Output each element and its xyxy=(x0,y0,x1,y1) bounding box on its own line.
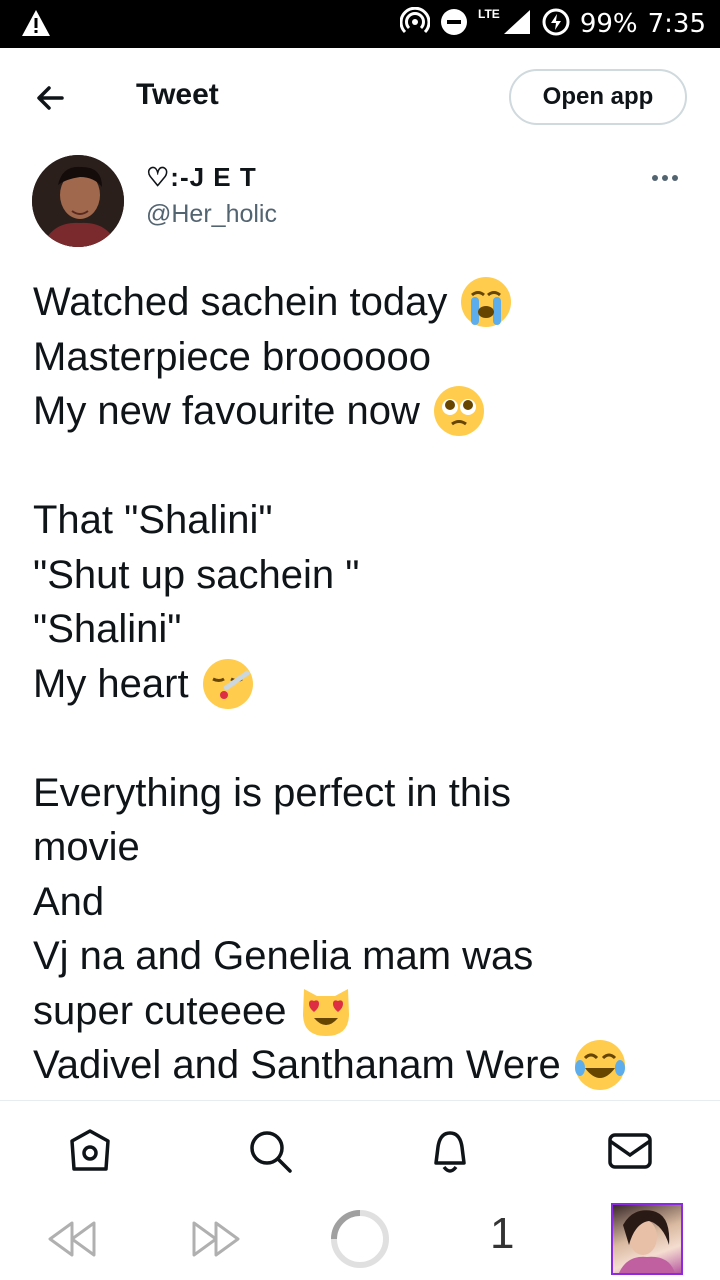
notifications-icon[interactable] xyxy=(426,1127,474,1175)
more-options-icon[interactable] xyxy=(652,166,688,190)
tweet-line: Watched sachein today xyxy=(33,275,693,330)
home-icon[interactable] xyxy=(66,1127,114,1175)
loudly-crying-face-icon xyxy=(459,275,513,329)
bottom-nav xyxy=(0,1100,720,1201)
tweet-line: "Shut up sachein " xyxy=(33,552,360,597)
pleading-eyes-face-icon xyxy=(432,384,486,438)
forward-icon[interactable] xyxy=(190,1217,242,1261)
tab-thumbnail[interactable] xyxy=(611,1203,683,1275)
browser-toolbar: 1 xyxy=(0,1195,720,1280)
back-arrow-icon[interactable] xyxy=(32,78,72,118)
status-bar: LTE 99% 7:35 xyxy=(0,0,720,48)
tears-of-joy-face-icon xyxy=(573,1038,627,1092)
dnd-icon xyxy=(440,8,468,41)
avatar[interactable] xyxy=(32,155,124,247)
open-app-button[interactable]: Open app xyxy=(509,69,687,125)
hotspot-icon xyxy=(399,6,431,42)
tweet-line: Masterpiece broooooo xyxy=(33,334,432,379)
tweet-line: Vadivel and Santhanam Were xyxy=(33,1038,693,1093)
back-icon[interactable] xyxy=(46,1217,98,1261)
messages-icon[interactable] xyxy=(606,1127,654,1175)
battery-percent: 99% xyxy=(579,9,638,39)
tweet-line: My heart xyxy=(33,657,693,712)
battery-saver-icon xyxy=(542,8,570,41)
face-with-thermometer-icon xyxy=(201,657,255,711)
tweet-line xyxy=(33,711,693,766)
tweet-line: super cuteeee xyxy=(33,984,693,1039)
network-type: LTE xyxy=(478,7,500,21)
tweet-line: movie xyxy=(33,825,140,869)
page-title: Tweet xyxy=(136,78,219,111)
warning-icon xyxy=(20,8,52,43)
search-icon[interactable] xyxy=(246,1127,294,1175)
reload-icon[interactable] xyxy=(330,1209,390,1269)
tweet-line: My new favourite now xyxy=(33,384,693,439)
tab-count[interactable]: 1 xyxy=(490,1209,514,1259)
app-header: Tweet Open app xyxy=(0,48,720,148)
tweet-line: "Shalini" xyxy=(33,607,182,651)
heart-eyes-cat-icon xyxy=(299,984,353,1038)
signal-icon xyxy=(502,8,532,41)
tweet-line: Everything is perfect in this xyxy=(33,770,511,815)
tweet-line: That "Shalini" xyxy=(33,498,273,542)
tweet-line: And xyxy=(33,879,105,924)
tweet-line: Vj na and Genelia mam was xyxy=(33,934,534,978)
author-name[interactable]: ♡:-J E T xyxy=(146,162,257,193)
tweet-line xyxy=(33,439,693,494)
author-handle[interactable]: @Her_holic xyxy=(146,200,277,229)
tweet-text: Watched sachein today Masterpiece broooo… xyxy=(33,275,693,1095)
clock: 7:35 xyxy=(647,9,706,39)
